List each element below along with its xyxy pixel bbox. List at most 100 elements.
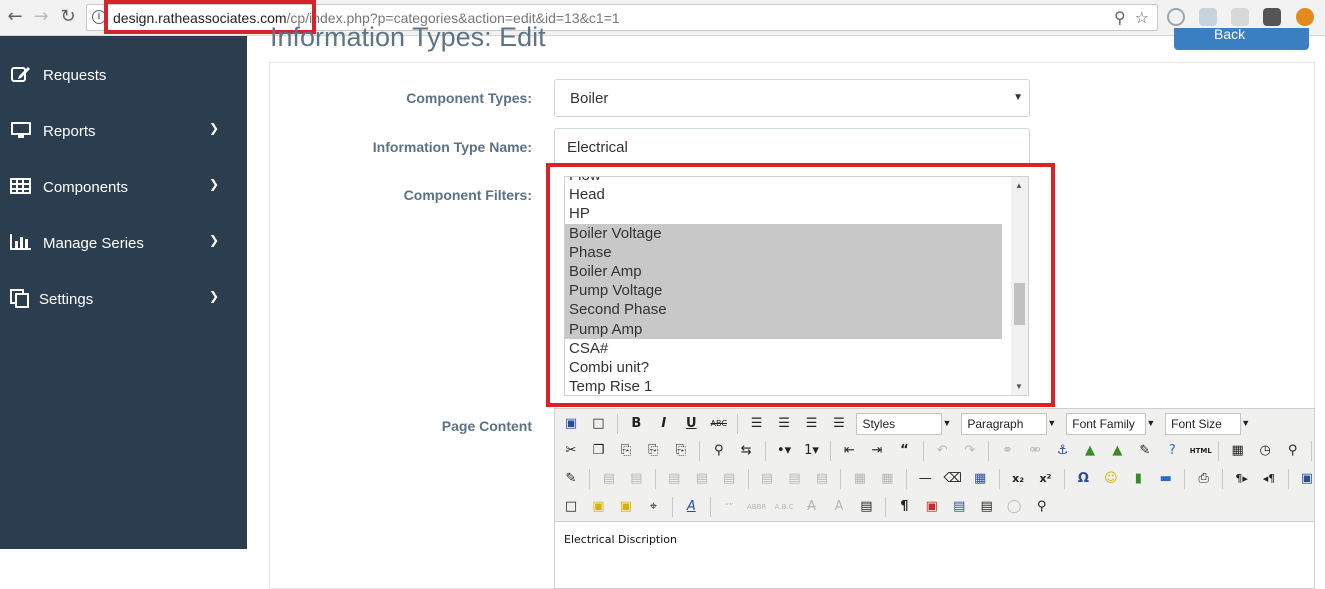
unlink-icon[interactable]: ⚮ xyxy=(1025,441,1045,461)
bullet-list-icon[interactable]: •▾ xyxy=(774,441,794,461)
insert-image-icon[interactable]: ▲ xyxy=(1107,441,1127,461)
spellcheck-icon[interactable]: ◯ xyxy=(1004,497,1024,517)
editor-content[interactable]: Electrical Discription xyxy=(564,533,677,546)
paste-text-icon[interactable]: ⎘ xyxy=(643,441,663,461)
sidebar-item-manage-series[interactable]: Manage Series ❯ xyxy=(0,217,247,273)
find-icon[interactable]: ⚲ xyxy=(709,441,729,461)
outdent-icon[interactable]: ⇤ xyxy=(839,441,859,461)
acronym-icon[interactable]: A.B.C xyxy=(774,497,794,517)
merge-cells-icon[interactable]: ▦ xyxy=(877,469,897,489)
fullscreen-icon[interactable]: ▣ xyxy=(1297,469,1317,489)
move-forward-icon[interactable]: ▣ xyxy=(588,497,608,517)
page-break-icon[interactable]: ▤ xyxy=(977,497,997,517)
attributes-icon[interactable]: ▤ xyxy=(856,497,876,517)
copy-icon[interactable]: ❐ xyxy=(588,441,608,461)
underline-icon[interactable]: U xyxy=(681,414,701,434)
rich-text-editor[interactable]: ▣ □ B I U ABC ☰ ☰ ☰ ☰ Styles ▼ Paragraph ▼… xyxy=(554,408,1315,589)
camera-extension-icon[interactable] xyxy=(1231,8,1249,26)
remove-format-icon[interactable]: ⌫ xyxy=(943,469,963,489)
col-after-icon[interactable]: ▤ xyxy=(785,469,805,489)
cleanup-icon[interactable]: ✎ xyxy=(1135,441,1155,461)
help-icon[interactable]: ? xyxy=(1162,441,1182,461)
pagebreak-icon[interactable]: ▤ xyxy=(949,497,969,517)
search-icon[interactable]: ⚲ xyxy=(1032,497,1052,517)
font-family-dropdown[interactable]: Font Family ▼ xyxy=(1066,413,1155,435)
preview-icon[interactable]: ⚲ xyxy=(1283,441,1303,461)
paragraph-dropdown[interactable]: Paragraph ▼ xyxy=(961,413,1056,435)
skype-extension-icon[interactable] xyxy=(1167,8,1185,26)
forward-arrow-icon[interactable]: → xyxy=(30,6,52,28)
orange-extension-icon[interactable] xyxy=(1296,8,1314,26)
text-color-icon[interactable]: A xyxy=(1321,441,1325,461)
indent-icon[interactable]: ⇥ xyxy=(867,441,887,461)
align-justify-icon[interactable]: ☰ xyxy=(829,414,849,434)
sidebar-item-reports[interactable]: Reports ❯ xyxy=(0,105,247,161)
save-icon[interactable]: ▣ xyxy=(561,414,581,434)
align-right-icon[interactable]: ☰ xyxy=(802,414,822,434)
insert-time-icon[interactable]: ◷ xyxy=(1255,441,1275,461)
del-icon[interactable]: A xyxy=(802,497,822,517)
row-before-icon[interactable]: ▤ xyxy=(664,469,684,489)
bold-icon[interactable]: B xyxy=(626,414,646,434)
cut-icon[interactable]: ✂ xyxy=(561,441,581,461)
html-source-icon[interactable]: HTML xyxy=(1190,441,1212,461)
delete-col-icon[interactable]: ▤ xyxy=(812,469,832,489)
info-type-name-input[interactable]: Electrical xyxy=(554,128,1030,166)
table-cell-props-icon[interactable]: ▤ xyxy=(626,469,646,489)
sidebar-item-components[interactable]: Components ❯ xyxy=(0,161,247,217)
superscript-icon[interactable]: x² xyxy=(1036,469,1056,489)
col-before-icon[interactable]: ▤ xyxy=(757,469,777,489)
reload-icon[interactable]: ↻ xyxy=(57,6,79,28)
link-icon[interactable]: ⚭ xyxy=(998,441,1018,461)
ltr-icon[interactable]: ¶▸ xyxy=(1232,469,1252,489)
styles-dropdown[interactable]: Styles ▼ xyxy=(856,413,951,435)
emoticon-icon[interactable]: ☺ xyxy=(1101,469,1121,489)
align-left-icon[interactable]: ☰ xyxy=(747,414,767,434)
sidebar-item-settings[interactable]: Settings ❯ xyxy=(0,273,247,329)
split-cells-icon[interactable]: ▦ xyxy=(850,469,870,489)
blockquote-icon[interactable]: “ xyxy=(894,441,914,461)
numbered-list-icon[interactable]: 1▾ xyxy=(802,441,822,461)
redo-icon[interactable]: ↷ xyxy=(960,441,980,461)
new-document-icon[interactable]: □ xyxy=(588,414,608,434)
dark-extension-icon[interactable] xyxy=(1263,8,1281,26)
show-blocks-icon[interactable]: ¶ xyxy=(894,497,914,517)
screen-extension-icon[interactable] xyxy=(1199,8,1217,26)
delete-row-icon[interactable]: ▤ xyxy=(719,469,739,489)
sidebar-item-requests[interactable]: Requests xyxy=(0,49,247,105)
component-types-select[interactable]: Boiler ▼ xyxy=(554,79,1030,117)
ins-icon[interactable]: A xyxy=(829,497,849,517)
font-size-dropdown[interactable]: Font Size ▼ xyxy=(1165,413,1250,435)
visual-aid-icon[interactable]: ▦ xyxy=(970,469,990,489)
special-char-icon[interactable]: Ω xyxy=(1073,469,1093,489)
insert-layer-icon[interactable]: □ xyxy=(561,497,581,517)
image-icon[interactable]: ▲ xyxy=(1080,441,1100,461)
subscript-icon[interactable]: x₂ xyxy=(1008,469,1028,489)
align-center-icon[interactable]: ☰ xyxy=(774,414,794,434)
strikethrough-icon[interactable]: ABC xyxy=(709,414,729,434)
absolute-icon[interactable]: ⌖ xyxy=(643,497,663,517)
style-props-icon[interactable]: A xyxy=(681,497,701,517)
back-button[interactable]: Back xyxy=(1174,28,1309,50)
horizontal-rule-icon[interactable]: — xyxy=(915,469,935,489)
move-backward-icon[interactable]: ▣ xyxy=(616,497,636,517)
bookmark-star-icon[interactable]: ☆ xyxy=(1135,10,1149,27)
media-icon[interactable]: ▮ xyxy=(1128,469,1148,489)
row-after-icon[interactable]: ▤ xyxy=(692,469,712,489)
paste-icon[interactable]: ⎘ xyxy=(616,441,636,461)
replace-icon[interactable]: ⇆ xyxy=(736,441,756,461)
back-arrow-icon[interactable]: ← xyxy=(4,6,26,28)
edit-icon[interactable]: ✎ xyxy=(561,469,581,489)
rtl-icon[interactable]: ◂¶ xyxy=(1259,469,1279,489)
table-row-props-icon[interactable]: ▤ xyxy=(599,469,619,489)
zoom-icon[interactable]: ⚲ xyxy=(1114,10,1126,27)
cite-icon[interactable]: “” xyxy=(719,497,739,517)
insert-date-icon[interactable]: ▦ xyxy=(1228,441,1248,461)
anchor-icon[interactable]: ⚓ xyxy=(1053,441,1073,461)
template-icon[interactable]: ▣ xyxy=(922,497,942,517)
undo-icon[interactable]: ↶ xyxy=(932,441,952,461)
paste-word-icon[interactable]: ⎘ xyxy=(671,441,691,461)
nonbreaking-icon[interactable]: ▬ xyxy=(1156,469,1176,489)
abbr-icon[interactable]: ABBR xyxy=(747,497,767,517)
print-icon[interactable]: ⎙ xyxy=(1194,469,1214,489)
